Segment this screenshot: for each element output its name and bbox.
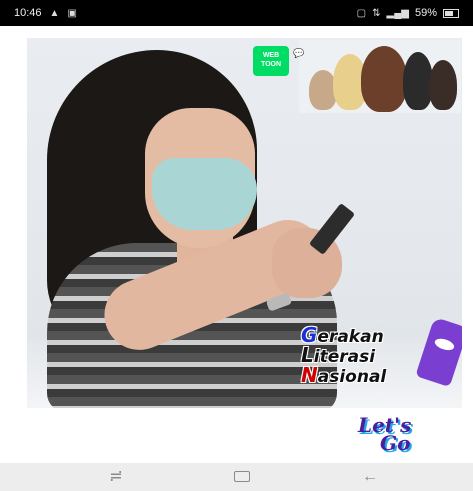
menu-icon[interactable]: ≓	[96, 467, 136, 487]
battery-percent: 59%	[414, 7, 437, 19]
status-bar: 10:46 ▲ ▣ ▢ ⇅ ▂▄▆ 59%	[0, 0, 473, 26]
face-mask	[152, 158, 257, 230]
clock: 10:46	[14, 7, 42, 19]
webtoon-logo: WEB TOON	[253, 46, 289, 76]
webtoon-logo-text: WEB TOON	[260, 52, 282, 68]
home-recents-icon[interactable]	[222, 467, 262, 487]
battery-icon	[443, 8, 459, 18]
signal-icon: ▂▄▆	[386, 7, 409, 19]
gln-rest-3: asional	[317, 367, 387, 387]
lets-go-logo: Let's Go	[354, 414, 440, 456]
webtoon-characters-image	[299, 40, 461, 113]
warning-icon: ▲	[49, 7, 60, 19]
pencil-mascot-icon	[415, 316, 462, 388]
notification-icon: ▢	[356, 7, 367, 19]
gln-line-3: Nasional	[301, 363, 386, 387]
gerakan-literasi-nasional-logo: Gerakan Literasi Nasional	[299, 316, 462, 391]
network-4g-icon: ⇅	[372, 7, 381, 19]
back-icon[interactable]: ←	[350, 467, 390, 487]
back-glyph: ←	[362, 468, 378, 485]
navigation-bar: ≓ ←	[0, 463, 473, 491]
gln-initial-n: N	[301, 363, 318, 387]
lets-go-text: Let's Go	[358, 415, 411, 453]
image-icon: ▣	[67, 7, 77, 19]
speech-bubble-icon: 💬	[293, 48, 305, 58]
poster-image: WEB TOON 💬 Gerakan Literasi Nasional	[27, 38, 462, 408]
menu-glyph: ≓	[109, 468, 123, 485]
